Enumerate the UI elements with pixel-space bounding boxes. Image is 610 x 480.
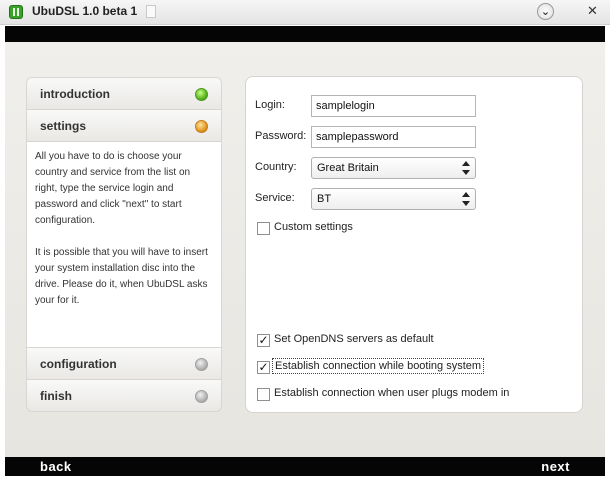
close-button[interactable]: ✕ [584,3,601,20]
service-label: Service: [255,192,295,204]
checkmark-icon: ✓ [258,360,269,374]
plug-connect-label: Establish connection when user plugs mod… [274,387,510,399]
service-selected-value: BT [317,193,332,205]
step-label: introduction [40,87,110,101]
title-bar: UbuDSL 1.0 beta 1 ⌄ ✕ [0,0,610,25]
status-gray-icon [195,390,208,403]
step-description: All you have to do is choose your countr… [26,141,222,347]
login-label: Login: [255,99,285,111]
password-label: Password: [255,130,307,142]
country-selected-value: Great Britain [317,162,379,174]
step-label: configuration [40,357,117,371]
app-icon [9,5,23,19]
status-gray-icon [195,358,208,371]
step-list: introduction settings All you have to do… [26,77,222,412]
plug-connect-checkbox[interactable] [257,388,270,401]
checkmark-icon: ✓ [258,333,269,347]
status-orange-icon [195,120,208,133]
country-select[interactable]: Great Britain [311,157,476,179]
updown-arrows-icon [462,192,470,206]
minimize-button[interactable]: ⌄ [537,3,554,20]
next-button[interactable]: next [541,459,570,474]
status-green-icon [195,88,208,101]
custom-settings-label: Custom settings [274,221,353,233]
chevron-down-icon: ⌄ [540,5,551,18]
country-label: Country: [255,161,297,173]
step-configuration[interactable]: configuration [26,347,222,380]
updown-arrows-icon [462,161,470,175]
opendns-label: Set OpenDNS servers as default [274,333,434,345]
custom-settings-checkbox[interactable] [257,222,270,235]
settings-panel: Login: Password: Country: Great Britain … [245,76,583,413]
opendns-checkbox[interactable]: ✓ [257,334,270,347]
service-select[interactable]: BT [311,188,476,210]
window-title: UbuDSL 1.0 beta 1 [32,4,138,18]
step-introduction[interactable]: introduction [26,77,222,110]
main-content: introduction settings All you have to do… [5,42,605,457]
password-input[interactable] [311,126,476,148]
login-input[interactable] [311,95,476,117]
step-finish[interactable]: finish [26,379,222,412]
description-paragraph: All you have to do is choose your countr… [35,151,191,226]
step-settings[interactable]: settings [26,109,222,142]
footer-bar: back next [5,457,605,476]
header-bar [5,26,605,42]
document-icon [146,5,156,18]
close-icon: ✕ [587,4,598,19]
description-paragraph: It is possible that you will have to ins… [35,247,208,306]
back-button[interactable]: back [40,459,72,474]
boot-connect-checkbox[interactable]: ✓ [257,361,270,374]
step-label: settings [40,119,87,133]
step-label: finish [40,389,72,403]
boot-connect-label: Establish connection while booting syste… [271,358,485,374]
